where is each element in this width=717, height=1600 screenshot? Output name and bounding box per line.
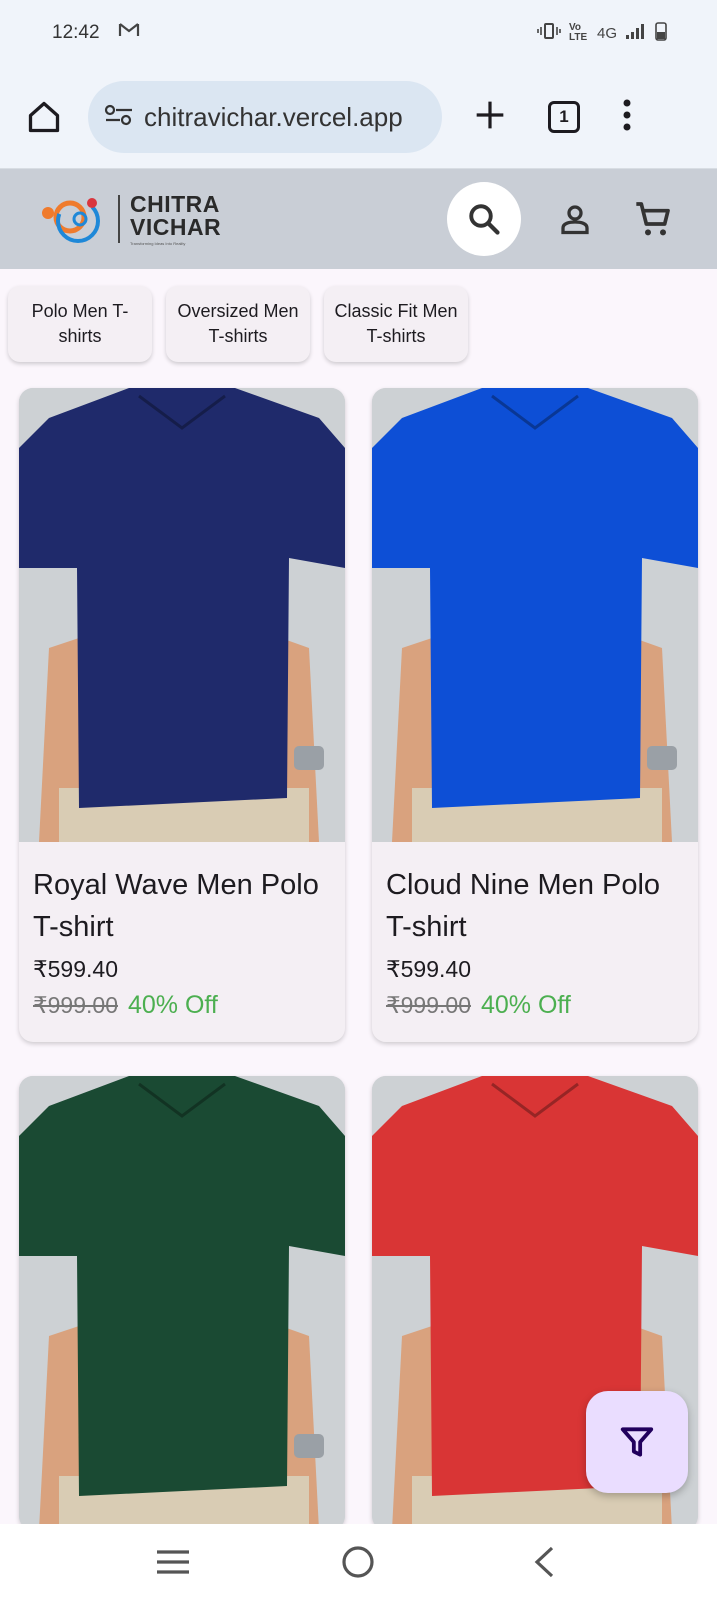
product-name[interactable]: Cloud Nine Men Polo T-shirt: [386, 864, 684, 948]
home-button[interactable]: [22, 95, 66, 139]
site-header: CHITRA VICHAR Transforming Ideas Into Re…: [0, 169, 717, 269]
search-icon: [469, 204, 500, 235]
volte-label: Vo LTE: [568, 22, 588, 43]
status-time: 12:42: [52, 22, 100, 43]
product-image[interactable]: [372, 388, 698, 842]
product-mrp: ₹999.00: [386, 992, 471, 1018]
tab-switcher-button[interactable]: 1: [548, 101, 580, 133]
new-tab-button[interactable]: [474, 99, 506, 136]
product-price: ₹599.40: [386, 956, 471, 982]
back-chevron-icon: [534, 1546, 554, 1578]
cart-button[interactable]: [629, 195, 677, 243]
vibrate-icon: [537, 22, 561, 44]
person-icon: [561, 205, 589, 235]
category-chips: Polo Men T-shirts Oversized Men T-shirts…: [8, 286, 468, 362]
chip-classic-fit[interactable]: Classic Fit Men T-shirts: [324, 286, 468, 362]
site-settings-icon[interactable]: [104, 103, 134, 132]
search-button[interactable]: [447, 182, 521, 256]
battery-icon: [655, 21, 667, 45]
logo-divider: [118, 195, 120, 243]
chip-oversized[interactable]: Oversized Men T-shirts: [166, 286, 310, 362]
product-name[interactable]: Royal Wave Men Polo T-shirt: [33, 864, 331, 948]
gmail-icon: [118, 22, 140, 44]
logo[interactable]: CHITRA VICHAR Transforming Ideas Into Re…: [40, 191, 221, 247]
more-vert-icon: [623, 99, 631, 130]
product-card[interactable]: [19, 1076, 345, 1530]
logo-line2: VICHAR: [130, 213, 222, 240]
menu-lines-icon: [156, 1550, 189, 1574]
menu-button[interactable]: [622, 99, 632, 136]
account-button[interactable]: [551, 195, 599, 243]
cart-icon: [636, 202, 670, 236]
product-image[interactable]: [19, 388, 345, 842]
chip-polo[interactable]: Polo Men T-shirts: [8, 286, 152, 362]
url-text: chitravichar.vercel.app: [144, 101, 403, 132]
browser-toolbar: chitravichar.vercel.app 1: [0, 66, 717, 169]
product-price: ₹599.40: [33, 956, 118, 982]
circle-home-icon: [342, 1546, 375, 1578]
product-discount: 40% Off: [127, 991, 218, 1019]
product-card[interactable]: Royal Wave Men Polo T-shirt ₹599.40 ₹999…: [19, 388, 345, 1042]
logo-mark-icon: [42, 198, 100, 243]
product-mrp: ₹999.00: [33, 992, 118, 1018]
filter-button[interactable]: [586, 1391, 688, 1493]
product-grid: Royal Wave Men Polo T-shirt ₹599.40 ₹999…: [19, 388, 699, 1530]
filter-icon: [620, 1427, 654, 1457]
product-discount: 40% Off: [480, 991, 571, 1019]
network-label: 4G: [596, 24, 617, 42]
address-bar[interactable]: chitravichar.vercel.app: [88, 81, 442, 153]
signal-icon: [625, 22, 647, 44]
home-icon: [28, 101, 60, 133]
logo-line1: CHITRA: [130, 190, 220, 217]
status-bar: 12:42 Vo LTE 4G: [0, 0, 717, 66]
product-card[interactable]: Cloud Nine Men Polo T-shirt ₹599.40 ₹999…: [372, 388, 698, 1042]
system-back-button[interactable]: [519, 1537, 569, 1587]
system-nav-bar: [0, 1524, 717, 1600]
logo-tagline: Transforming Ideas Into Reality: [130, 240, 186, 246]
recents-button[interactable]: [148, 1537, 198, 1587]
product-image[interactable]: [19, 1076, 345, 1530]
system-home-button[interactable]: [333, 1537, 383, 1587]
plus-icon: [476, 101, 504, 128]
